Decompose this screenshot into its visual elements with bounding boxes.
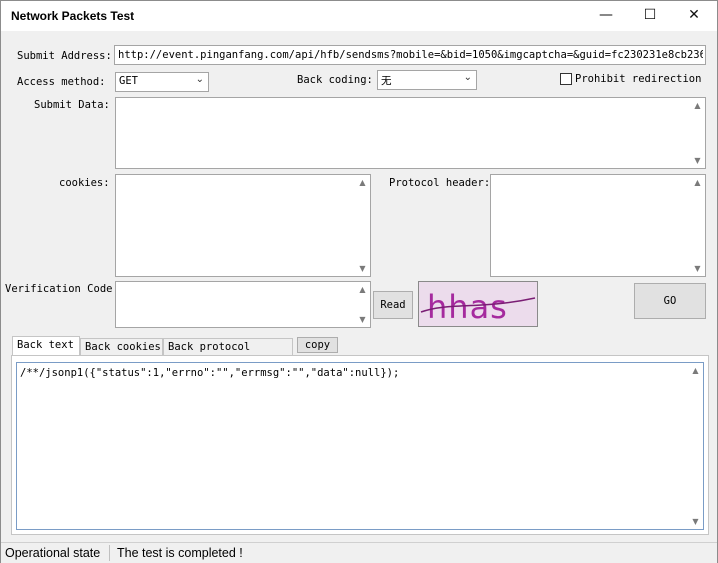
minimize-icon: — xyxy=(599,7,613,23)
vertical-scrollbar[interactable]: ▲ ▼ xyxy=(690,98,705,168)
back-coding-value: 无 xyxy=(381,75,392,87)
scroll-down-icon[interactable]: ▼ xyxy=(692,155,703,166)
vertical-scrollbar[interactable]: ▲ ▼ xyxy=(690,175,705,276)
verification-code-input[interactable]: ▲ ▼ xyxy=(115,281,371,328)
tab-back-protocol-header[interactable]: Back protocol header xyxy=(163,338,293,370)
captcha-image[interactable]: hhas xyxy=(418,281,538,327)
app-window: Network Packets Test — ☐ ✕ Submit Addres… xyxy=(0,0,718,563)
close-icon: ✕ xyxy=(688,7,700,23)
tab-back-text[interactable]: Back text xyxy=(12,336,80,356)
cookies-textarea[interactable]: ▲ ▼ xyxy=(115,174,371,277)
maximize-button[interactable]: ☐ xyxy=(627,1,673,29)
protocol-header-textarea[interactable]: ▲ ▼ xyxy=(490,174,706,277)
chevron-down-icon: ⌄ xyxy=(195,74,204,85)
scroll-down-icon[interactable]: ▼ xyxy=(357,314,368,325)
vertical-scrollbar[interactable]: ▲ ▼ xyxy=(688,363,703,529)
title-bar: Network Packets Test — ☐ ✕ xyxy=(1,1,717,31)
status-state-label: Operational state xyxy=(1,545,110,561)
scroll-down-icon[interactable]: ▼ xyxy=(690,516,701,527)
submit-address-label: Submit Address: xyxy=(17,50,112,62)
vertical-scrollbar[interactable]: ▲ ▼ xyxy=(355,282,370,327)
back-text-textarea[interactable]: /**/jsonp1({"status":1,"errno":"","errms… xyxy=(16,362,704,530)
cookies-label: cookies: xyxy=(59,177,110,189)
access-method-label: Access method: xyxy=(17,76,106,88)
chevron-down-icon: ⌄ xyxy=(463,72,472,83)
maximize-icon: ☐ xyxy=(643,7,657,23)
access-method-select[interactable]: GET ⌄ xyxy=(115,72,209,92)
minimize-button[interactable]: — xyxy=(583,1,629,29)
close-button[interactable]: ✕ xyxy=(671,1,717,29)
prohibit-redirection-checkbox[interactable] xyxy=(560,73,572,85)
back-coding-select[interactable]: 无 ⌄ xyxy=(377,70,477,90)
go-button[interactable]: GO xyxy=(634,283,706,319)
scroll-up-icon[interactable]: ▲ xyxy=(692,100,703,111)
window-title: Network Packets Test xyxy=(11,9,135,23)
submit-data-textarea[interactable]: ▲ ▼ xyxy=(115,97,706,169)
scroll-up-icon[interactable]: ▲ xyxy=(357,284,368,295)
tab-back-cookies[interactable]: Back cookies xyxy=(80,338,163,355)
back-coding-label: Back coding: xyxy=(297,74,373,86)
back-text-panel: /**/jsonp1({"status":1,"errno":"","errms… xyxy=(11,355,709,535)
copy-button[interactable]: copy xyxy=(297,337,338,353)
verification-code-label: Verification Code: xyxy=(5,283,119,295)
scroll-up-icon[interactable]: ▲ xyxy=(692,177,703,188)
prohibit-redirection-label: Prohibit redirection xyxy=(575,73,702,85)
submit-data-label: Submit Data: xyxy=(34,99,110,111)
protocol-header-label: Protocol header: xyxy=(389,177,491,189)
scroll-up-icon[interactable]: ▲ xyxy=(357,177,368,188)
vertical-scrollbar[interactable]: ▲ ▼ xyxy=(355,175,370,276)
submit-address-input[interactable]: http://event.pinganfang.com/api/hfb/send… xyxy=(114,45,706,65)
scroll-up-icon[interactable]: ▲ xyxy=(690,365,701,376)
back-text-value: /**/jsonp1({"status":1,"errno":"","errms… xyxy=(20,367,400,379)
access-method-value: GET xyxy=(119,75,138,87)
status-bar: Operational state The test is completed … xyxy=(1,542,717,563)
status-state-value: The test is completed ! xyxy=(117,546,243,560)
submit-address-value: http://event.pinganfang.com/api/hfb/send… xyxy=(118,49,703,61)
scroll-down-icon[interactable]: ▼ xyxy=(357,263,368,274)
read-button[interactable]: Read xyxy=(373,291,413,319)
scroll-down-icon[interactable]: ▼ xyxy=(692,263,703,274)
